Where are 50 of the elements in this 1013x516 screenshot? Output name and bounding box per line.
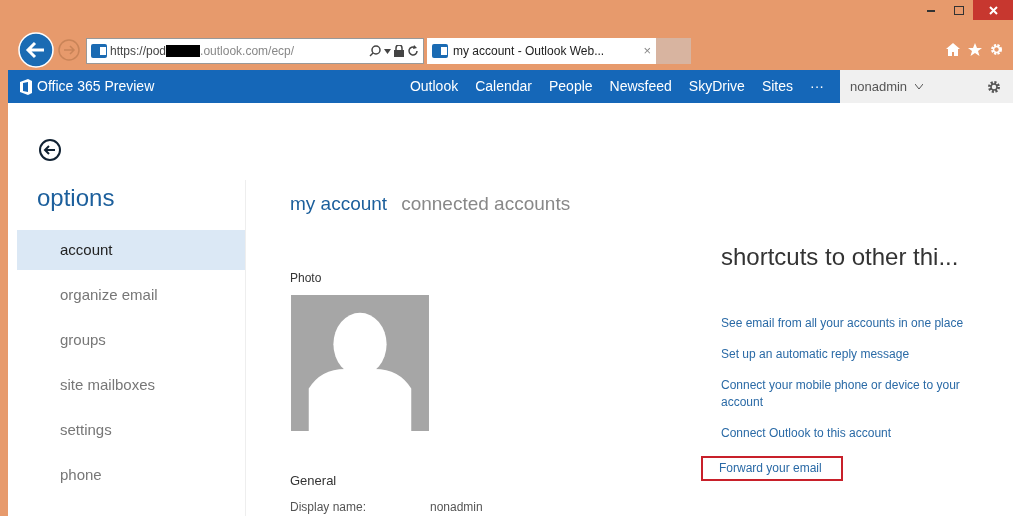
field-label: Display name: — [290, 499, 368, 516]
refresh-icon[interactable] — [407, 45, 419, 57]
nav-link[interactable]: ··· — [810, 76, 824, 97]
url-text: .outlook.com/ecp/ — [200, 43, 295, 60]
office-logo-icon — [20, 78, 32, 95]
app-title: Office 365 Preview — [37, 77, 155, 96]
maximize-icon — [954, 5, 964, 15]
section-heading: General — [290, 471, 337, 490]
settings-icon[interactable] — [987, 79, 1001, 94]
nav-link[interactable]: People — [549, 76, 593, 97]
address-bar[interactable]: https://pod .outlook.com/ecp/ — [86, 38, 424, 64]
shortcut-link[interactable]: See email from all your accounts in one place — [721, 315, 964, 332]
sidebar-title: options — [37, 183, 115, 213]
outlook-icon — [432, 44, 448, 58]
sidebar-item[interactable]: account — [17, 230, 245, 270]
sidebar-item[interactable]: settings — [17, 410, 245, 450]
outlook-icon — [91, 44, 107, 58]
shortcuts-heading: shortcuts to other thi... — [721, 242, 959, 272]
sidebar-item[interactable]: site mailboxes — [17, 365, 245, 405]
shortcut-link[interactable]: Connect Outlook to this account — [721, 425, 892, 442]
sidebar-item[interactable]: groups — [17, 320, 245, 360]
shortcut-link[interactable]: Connect your mobile phone or device to your account — [721, 377, 971, 411]
shortcut-link[interactable]: Set up an automatic reply message — [721, 346, 910, 363]
lock-icon — [394, 45, 404, 57]
caret-icon[interactable] — [384, 48, 391, 54]
nav-link[interactable]: Outlook — [409, 76, 459, 97]
tab[interactable]: my account — [290, 190, 388, 219]
tab[interactable]: connected accounts — [401, 190, 571, 219]
nav-link[interactable]: Calendar — [475, 76, 532, 97]
search-icon[interactable] — [369, 45, 381, 57]
redaction-bar — [166, 45, 201, 57]
nav-link[interactable]: SkyDrive — [688, 76, 745, 97]
star-icon[interactable] — [968, 43, 982, 56]
url-text: https://pod — [110, 43, 167, 60]
close-tab-button[interactable]: × — [643, 41, 651, 61]
shortcut-link[interactable]: Forward your email — [701, 456, 843, 481]
tab-title: my account - Outlook Web... — [453, 43, 606, 60]
nav-link[interactable]: Newsfeed — [609, 76, 672, 97]
caret-icon — [915, 84, 924, 89]
sidebar-item[interactable]: organize email — [17, 275, 245, 315]
field-value: nonadmin — [430, 499, 483, 516]
browser-tab[interactable]: my account - Outlook Web... × — [427, 38, 656, 64]
back-button[interactable] — [18, 32, 54, 68]
minimize-icon — [927, 8, 935, 12]
photo-label: Photo — [290, 269, 322, 287]
sidebar-item[interactable]: phone — [17, 455, 245, 495]
back-icon[interactable] — [38, 138, 62, 162]
nav-link[interactable]: Sites — [761, 76, 793, 97]
close-icon — [988, 5, 998, 15]
close-button[interactable] — [973, 0, 1013, 20]
